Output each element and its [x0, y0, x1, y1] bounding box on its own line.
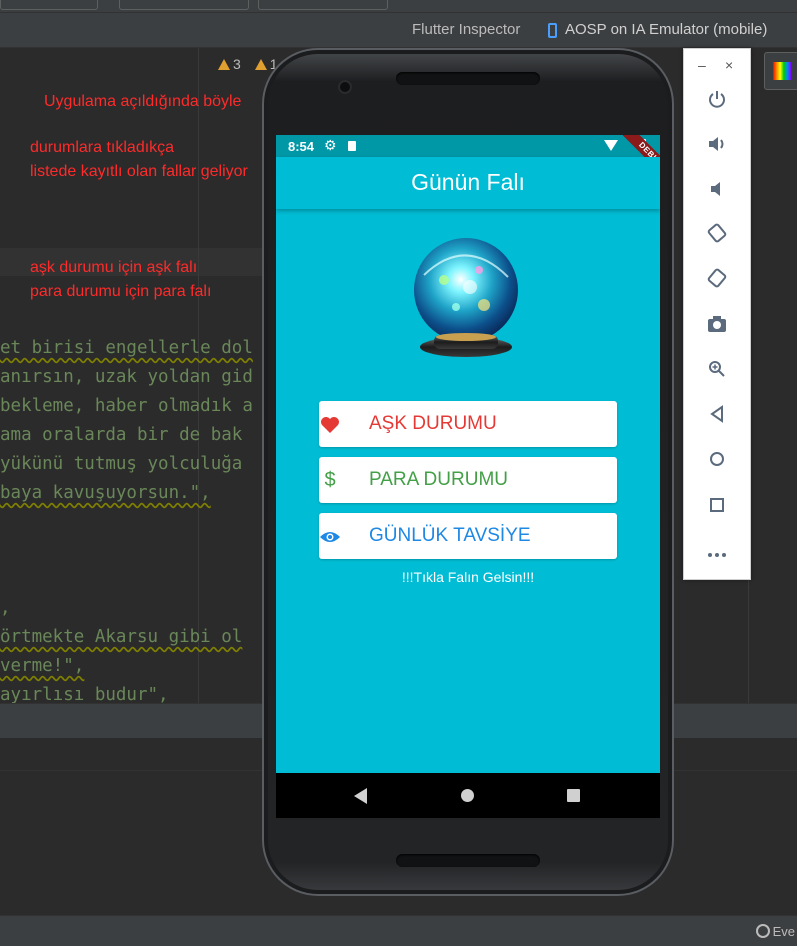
dollar-icon: $	[324, 469, 336, 491]
phone-icon	[548, 22, 557, 38]
app-bar: Günün Falı	[276, 157, 660, 209]
emulator-controls-panel: – ×	[683, 48, 751, 580]
top-speaker	[396, 72, 540, 85]
android-status-bar: 8:54 ⚙	[276, 135, 660, 157]
weak-warning-icon	[254, 59, 267, 70]
tab-emulator-label: AOSP on IA Emulator (mobile)	[565, 21, 768, 38]
warning-icon	[218, 59, 230, 70]
status-event-log[interactable]: Eve	[755, 924, 795, 939]
code-line: ama oralarda bir de bak	[0, 425, 243, 445]
code-line: baya kavuşuyorsun.",	[0, 483, 211, 503]
event-log-icon	[755, 924, 770, 938]
settings-icon: ⚙	[324, 137, 337, 153]
annotation-line-4: aşk durumu için aşk falı	[30, 259, 198, 276]
home-button[interactable]	[684, 447, 750, 477]
right-tool-strip	[748, 48, 797, 703]
sd-card-icon	[348, 141, 356, 151]
crystal-ball-image	[414, 238, 518, 357]
daily-advice-button[interactable]: GÜNLÜK TAVSİYE	[319, 513, 617, 559]
code-line: anırsın, uzak yoldan gid	[0, 367, 253, 387]
rainbow-icon	[773, 62, 791, 80]
annotation-line-2: durumlara tıkladıkça	[30, 139, 175, 156]
eye-icon	[319, 513, 341, 559]
rotate-left-button[interactable]	[684, 222, 750, 252]
money-status-label: PARA DURUMU	[369, 469, 508, 490]
nav-home-icon[interactable]	[461, 789, 474, 802]
volume-down-button[interactable]	[684, 177, 750, 207]
annotation-line-1: Uygulama açıldığında böyle	[44, 93, 242, 110]
annotation-line-5: para durumu için para falı	[30, 283, 212, 300]
nav-overview-icon[interactable]	[567, 789, 580, 802]
more-button[interactable]	[684, 537, 750, 567]
back-button[interactable]	[684, 402, 750, 432]
overview-button[interactable]	[684, 492, 750, 522]
annotation-line-3: listede kayıtlı olan fallar geliyor	[30, 163, 248, 180]
code-line: bekleme, haber olmadık a	[0, 396, 253, 416]
more-icon	[708, 553, 726, 557]
home-icon	[710, 452, 724, 466]
power-icon	[709, 91, 725, 108]
code-line: yükünü tutmuş yolculuğa	[0, 454, 243, 474]
code-line: ,	[0, 598, 11, 618]
front-camera	[340, 82, 350, 92]
heart-icon	[319, 401, 341, 447]
ide-status-bar: Eve	[0, 915, 797, 946]
ide-toolbar	[0, 0, 797, 13]
screenshot-button[interactable]	[684, 312, 750, 342]
code-line: verme!",	[0, 656, 85, 676]
phone-screen[interactable]: 8:54 ⚙ DEBUG Günün Falı AŞK DURUMU $ PAR…	[276, 135, 660, 818]
daily-advice-label: GÜNLÜK TAVSİYE	[369, 525, 531, 546]
tab-emulator[interactable]: AOSP on IA Emulator (mobile)	[548, 13, 767, 47]
app-title: Günün Falı	[411, 169, 525, 195]
status-time: 8:54	[288, 139, 315, 154]
love-status-button[interactable]: AŞK DURUMU	[319, 401, 617, 447]
close-button[interactable]: ×	[725, 57, 733, 73]
volume-down-icon	[711, 182, 720, 196]
inspection-widget[interactable]: 3 1	[218, 56, 277, 72]
device-selector[interactable]	[119, 0, 249, 10]
volume-up-icon	[709, 137, 724, 151]
minimize-button[interactable]: –	[698, 57, 706, 73]
code-line: et birisi engellerle dol	[0, 338, 253, 358]
run-config-selector[interactable]	[0, 0, 98, 10]
code-line: ayırlısı budur",	[0, 685, 169, 705]
zoom-button[interactable]	[684, 357, 750, 387]
warning-count: 3	[233, 56, 241, 72]
event-log-label: Eve	[772, 924, 795, 939]
tab-flutter-inspector[interactable]: Flutter Inspector	[412, 13, 520, 47]
android-nav-bar	[276, 773, 660, 818]
volume-up-button[interactable]	[684, 132, 750, 162]
tap-hint-text: !!!Tıkla Falın Gelsin!!!	[401, 569, 535, 585]
nav-back-icon[interactable]	[354, 788, 367, 804]
love-status-label: AŞK DURUMU	[369, 413, 497, 434]
rotate-right-button[interactable]	[684, 267, 750, 297]
tool-window-tabs: Flutter Inspector AOSP on IA Emulator (m…	[0, 13, 797, 48]
color-picker-button[interactable]	[764, 52, 797, 90]
wifi-icon	[604, 140, 618, 151]
rotate-right-icon	[707, 268, 727, 288]
bottom-speaker	[396, 854, 540, 867]
overview-icon	[710, 498, 724, 512]
status-field	[258, 0, 388, 10]
back-icon	[710, 405, 723, 423]
code-line: örtmekte Akarsu gibi ol	[0, 627, 243, 647]
camera-icon	[708, 316, 726, 332]
rotate-left-icon	[707, 223, 727, 243]
power-button[interactable]	[684, 87, 750, 117]
money-status-button[interactable]: $ PARA DURUMU	[319, 457, 617, 503]
zoom-icon	[709, 361, 725, 377]
